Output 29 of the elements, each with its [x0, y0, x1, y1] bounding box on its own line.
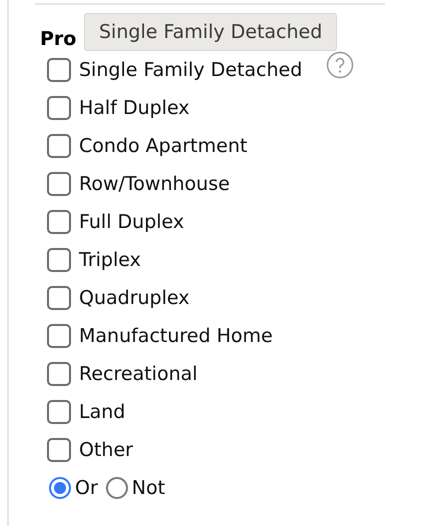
section-title: Pro: [40, 27, 76, 51]
checkbox[interactable]: [47, 248, 71, 272]
checkbox[interactable]: [47, 400, 71, 424]
checkbox-label: Row/Townhouse: [79, 173, 230, 195]
checkbox-label: Land: [79, 401, 126, 423]
checkbox-label: Other: [79, 439, 133, 461]
checkbox[interactable]: [47, 324, 71, 348]
checkbox-label: Full Duplex: [79, 211, 184, 233]
radio-button[interactable]: [106, 477, 128, 499]
checkbox[interactable]: [47, 362, 71, 386]
checkbox-label: Recreational: [79, 363, 198, 385]
checkbox[interactable]: [47, 134, 71, 158]
checkbox[interactable]: [47, 286, 71, 310]
checkbox[interactable]: [47, 58, 71, 82]
checkbox-label: Half Duplex: [79, 97, 190, 119]
checkbox[interactable]: [47, 96, 71, 120]
radio-button[interactable]: [49, 477, 71, 499]
checkbox-label: Single Family Detached: [79, 59, 302, 81]
checkbox[interactable]: [47, 438, 71, 462]
checkbox-label: Condo Apartment: [79, 135, 248, 157]
radio-label: Or: [75, 477, 98, 499]
checkbox-label: Quadruplex: [79, 287, 190, 309]
checkbox[interactable]: [47, 172, 71, 196]
help-icon[interactable]: [326, 51, 354, 79]
checkbox-label: Manufactured Home: [79, 325, 273, 347]
radio-label: Not: [132, 477, 166, 499]
checkbox[interactable]: [47, 210, 71, 234]
checkbox-label: Triplex: [79, 249, 141, 271]
tooltip: Single Family Detached: [84, 13, 338, 51]
